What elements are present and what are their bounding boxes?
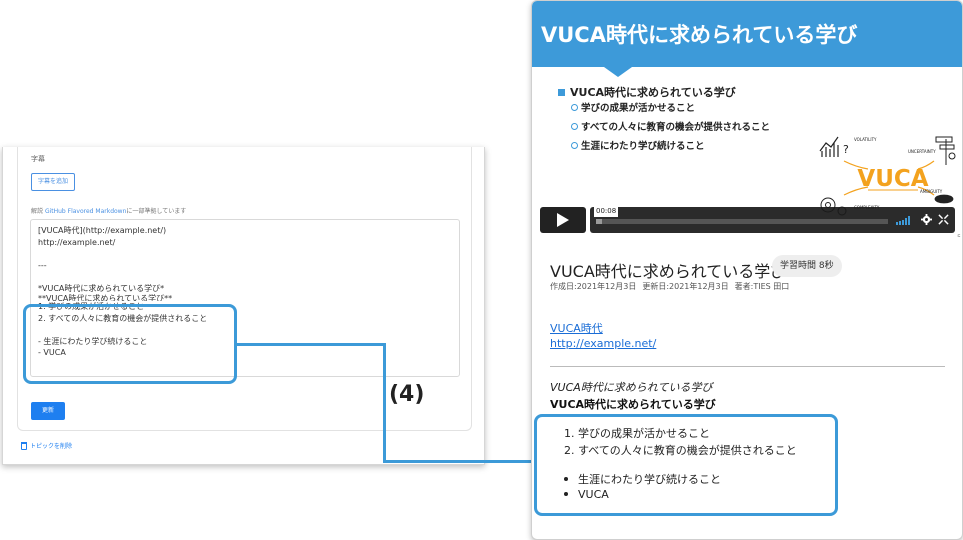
gear-icon[interactable] — [921, 214, 932, 225]
textarea-line: [VUCA時代](http://example.net/) — [38, 226, 167, 235]
control-bar — [590, 207, 955, 233]
vuca-link[interactable]: VUCA時代 — [550, 320, 603, 336]
url-link[interactable]: http://example.net/ — [550, 337, 656, 350]
textarea-line: --- — [38, 260, 47, 270]
time-display: 00:08 — [594, 207, 619, 217]
slide-heading: VUCA時代に求められている学び — [558, 84, 736, 100]
signpost-icon — [935, 136, 956, 165]
slide-item-text: 生涯にわたり学び続けること — [581, 141, 705, 152]
textarea-line — [38, 248, 452, 260]
slide-item: 生涯にわたり学び続けること — [571, 138, 705, 152]
trash-icon — [21, 441, 27, 450]
svg-text:?: ? — [843, 143, 849, 156]
progress-bar[interactable] — [596, 219, 888, 224]
circle-bullet-icon — [571, 103, 578, 111]
slide-item-text: 学びの成果が活かせること — [581, 103, 696, 114]
duration-chip: 学習時間 8秒 — [772, 255, 842, 277]
connector-line — [383, 460, 534, 463]
markdown-link[interactable]: GitHub Flavored Markdown — [45, 208, 126, 215]
volume-icon[interactable] — [896, 215, 912, 225]
textarea-line: *VUCA時代に求められている学び* — [38, 283, 165, 293]
textarea-line: **VUCA時代に求められている学び** — [38, 294, 173, 301]
textarea-line: http://example.net/ — [38, 237, 116, 247]
description-label: 解説 — [31, 208, 44, 215]
vuca-illustration: ? VOLATILITY UNCERTAINTY VUCA COMPLEXITY — [819, 136, 956, 216]
slide-heading-text: VUCA時代に求められている学び — [570, 86, 736, 99]
bold-text: VUCA時代に求められている学び — [550, 398, 716, 411]
page-number: 5 — [957, 234, 961, 237]
volatility-word: VOLATILITY — [854, 137, 877, 142]
slide-item: すべての人々に教育の機会が提供されること — [571, 119, 770, 133]
delete-topic-label: トピックを削除 — [30, 443, 73, 450]
slide-title: VUCA時代に求められている学び — [541, 23, 858, 47]
add-caption-button[interactable]: 字幕を追加 — [31, 173, 76, 191]
topic-title: VUCA時代に求められている学び — [550, 262, 787, 281]
slide-item-text: すべての人々に教育の機会が提供されること — [581, 122, 770, 133]
updated-date: 更新日:2021年12月3日 — [642, 282, 729, 291]
slide-video[interactable]: VUCA時代に求められている学び VUCA時代に求められている学び 学びの成果が… — [532, 1, 962, 237]
step-label: (4) — [389, 382, 425, 407]
video-controls: 00:08 — [540, 207, 955, 233]
created-date: 作成日:2021年12月3日 — [550, 282, 637, 291]
divider — [550, 366, 945, 367]
circle-bullet-icon — [571, 122, 578, 130]
italic-text: VUCA時代に求められている学び — [550, 381, 713, 394]
author: 著者:TIES 田口 — [734, 282, 790, 291]
uncertainty-word: UNCERTAINTY — [908, 149, 936, 154]
markdown-suffix: に一部準拠しています — [126, 208, 187, 215]
highlight-box-editor — [23, 304, 237, 384]
square-bullet-icon — [558, 88, 565, 96]
play-icon — [557, 213, 569, 227]
progress-fill — [596, 219, 602, 224]
circle-bullet-icon — [571, 141, 578, 149]
textarea-line — [38, 271, 452, 283]
fullscreen-icon[interactable] — [938, 214, 949, 225]
update-button[interactable]: 更新 — [31, 402, 65, 420]
meta-line: 作成日:2021年12月3日 更新日:2021年12月3日 著者:TIES 田口 — [550, 281, 789, 292]
vuca-word: VUCA — [857, 166, 928, 192]
ambiguity-word: AMBIGUITY — [920, 189, 943, 194]
highlight-box-preview — [534, 414, 838, 516]
caption-label: 字幕 — [31, 155, 45, 163]
delete-topic-link[interactable]: トピックを削除 — [21, 441, 72, 450]
volatility-chart-icon: ? — [819, 136, 849, 157]
slide-banner-arrow — [604, 67, 632, 77]
connector-line — [383, 343, 386, 463]
description-label-row: 解説 GitHub Flavored Markdownに一部準拠しています — [31, 206, 186, 215]
play-button[interactable] — [540, 207, 586, 233]
slide-item: 学びの成果が活かせること — [571, 100, 695, 114]
connector-line — [237, 343, 386, 346]
cloud-icon — [934, 194, 954, 204]
